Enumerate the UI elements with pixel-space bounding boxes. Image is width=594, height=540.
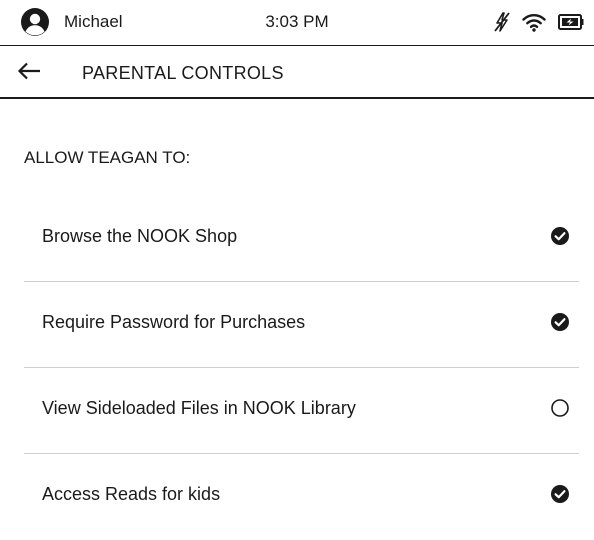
section-heading: ALLOW TEAGAN TO: — [24, 148, 191, 167]
setting-view-sideloaded-files[interactable]: View Sideloaded Files in NOOK Library — [24, 368, 579, 454]
back-button[interactable] — [14, 59, 44, 87]
setting-label: Require Password for Purchases — [42, 312, 306, 332]
arrow-left-icon — [17, 62, 41, 85]
charging-off-icon — [494, 12, 510, 32]
checked-icon[interactable] — [551, 485, 569, 503]
status-icons — [494, 9, 584, 35]
setting-label: Browse the NOOK Shop — [42, 226, 238, 246]
setting-label: View Sideloaded Files in NOOK Library — [42, 398, 356, 418]
wifi-icon — [522, 12, 546, 32]
checked-icon[interactable] — [551, 227, 569, 245]
settings-list: Browse the NOOK Shop Require Password fo… — [24, 196, 579, 540]
checked-icon[interactable] — [551, 313, 569, 331]
setting-browse-nook-shop[interactable]: Browse the NOOK Shop — [24, 196, 579, 282]
unchecked-icon[interactable] — [551, 399, 569, 417]
setting-require-password[interactable]: Require Password for Purchases — [24, 282, 579, 368]
app-bar: PARENTAL CONTROLS — [0, 47, 594, 99]
status-bar: Michael 3:03 PM — [0, 0, 594, 46]
page-title: PARENTAL CONTROLS — [82, 63, 284, 83]
setting-label: Access Reads for kids — [42, 484, 221, 504]
battery-icon — [558, 13, 584, 31]
setting-access-reads-for-kids[interactable]: Access Reads for kids — [24, 454, 579, 540]
